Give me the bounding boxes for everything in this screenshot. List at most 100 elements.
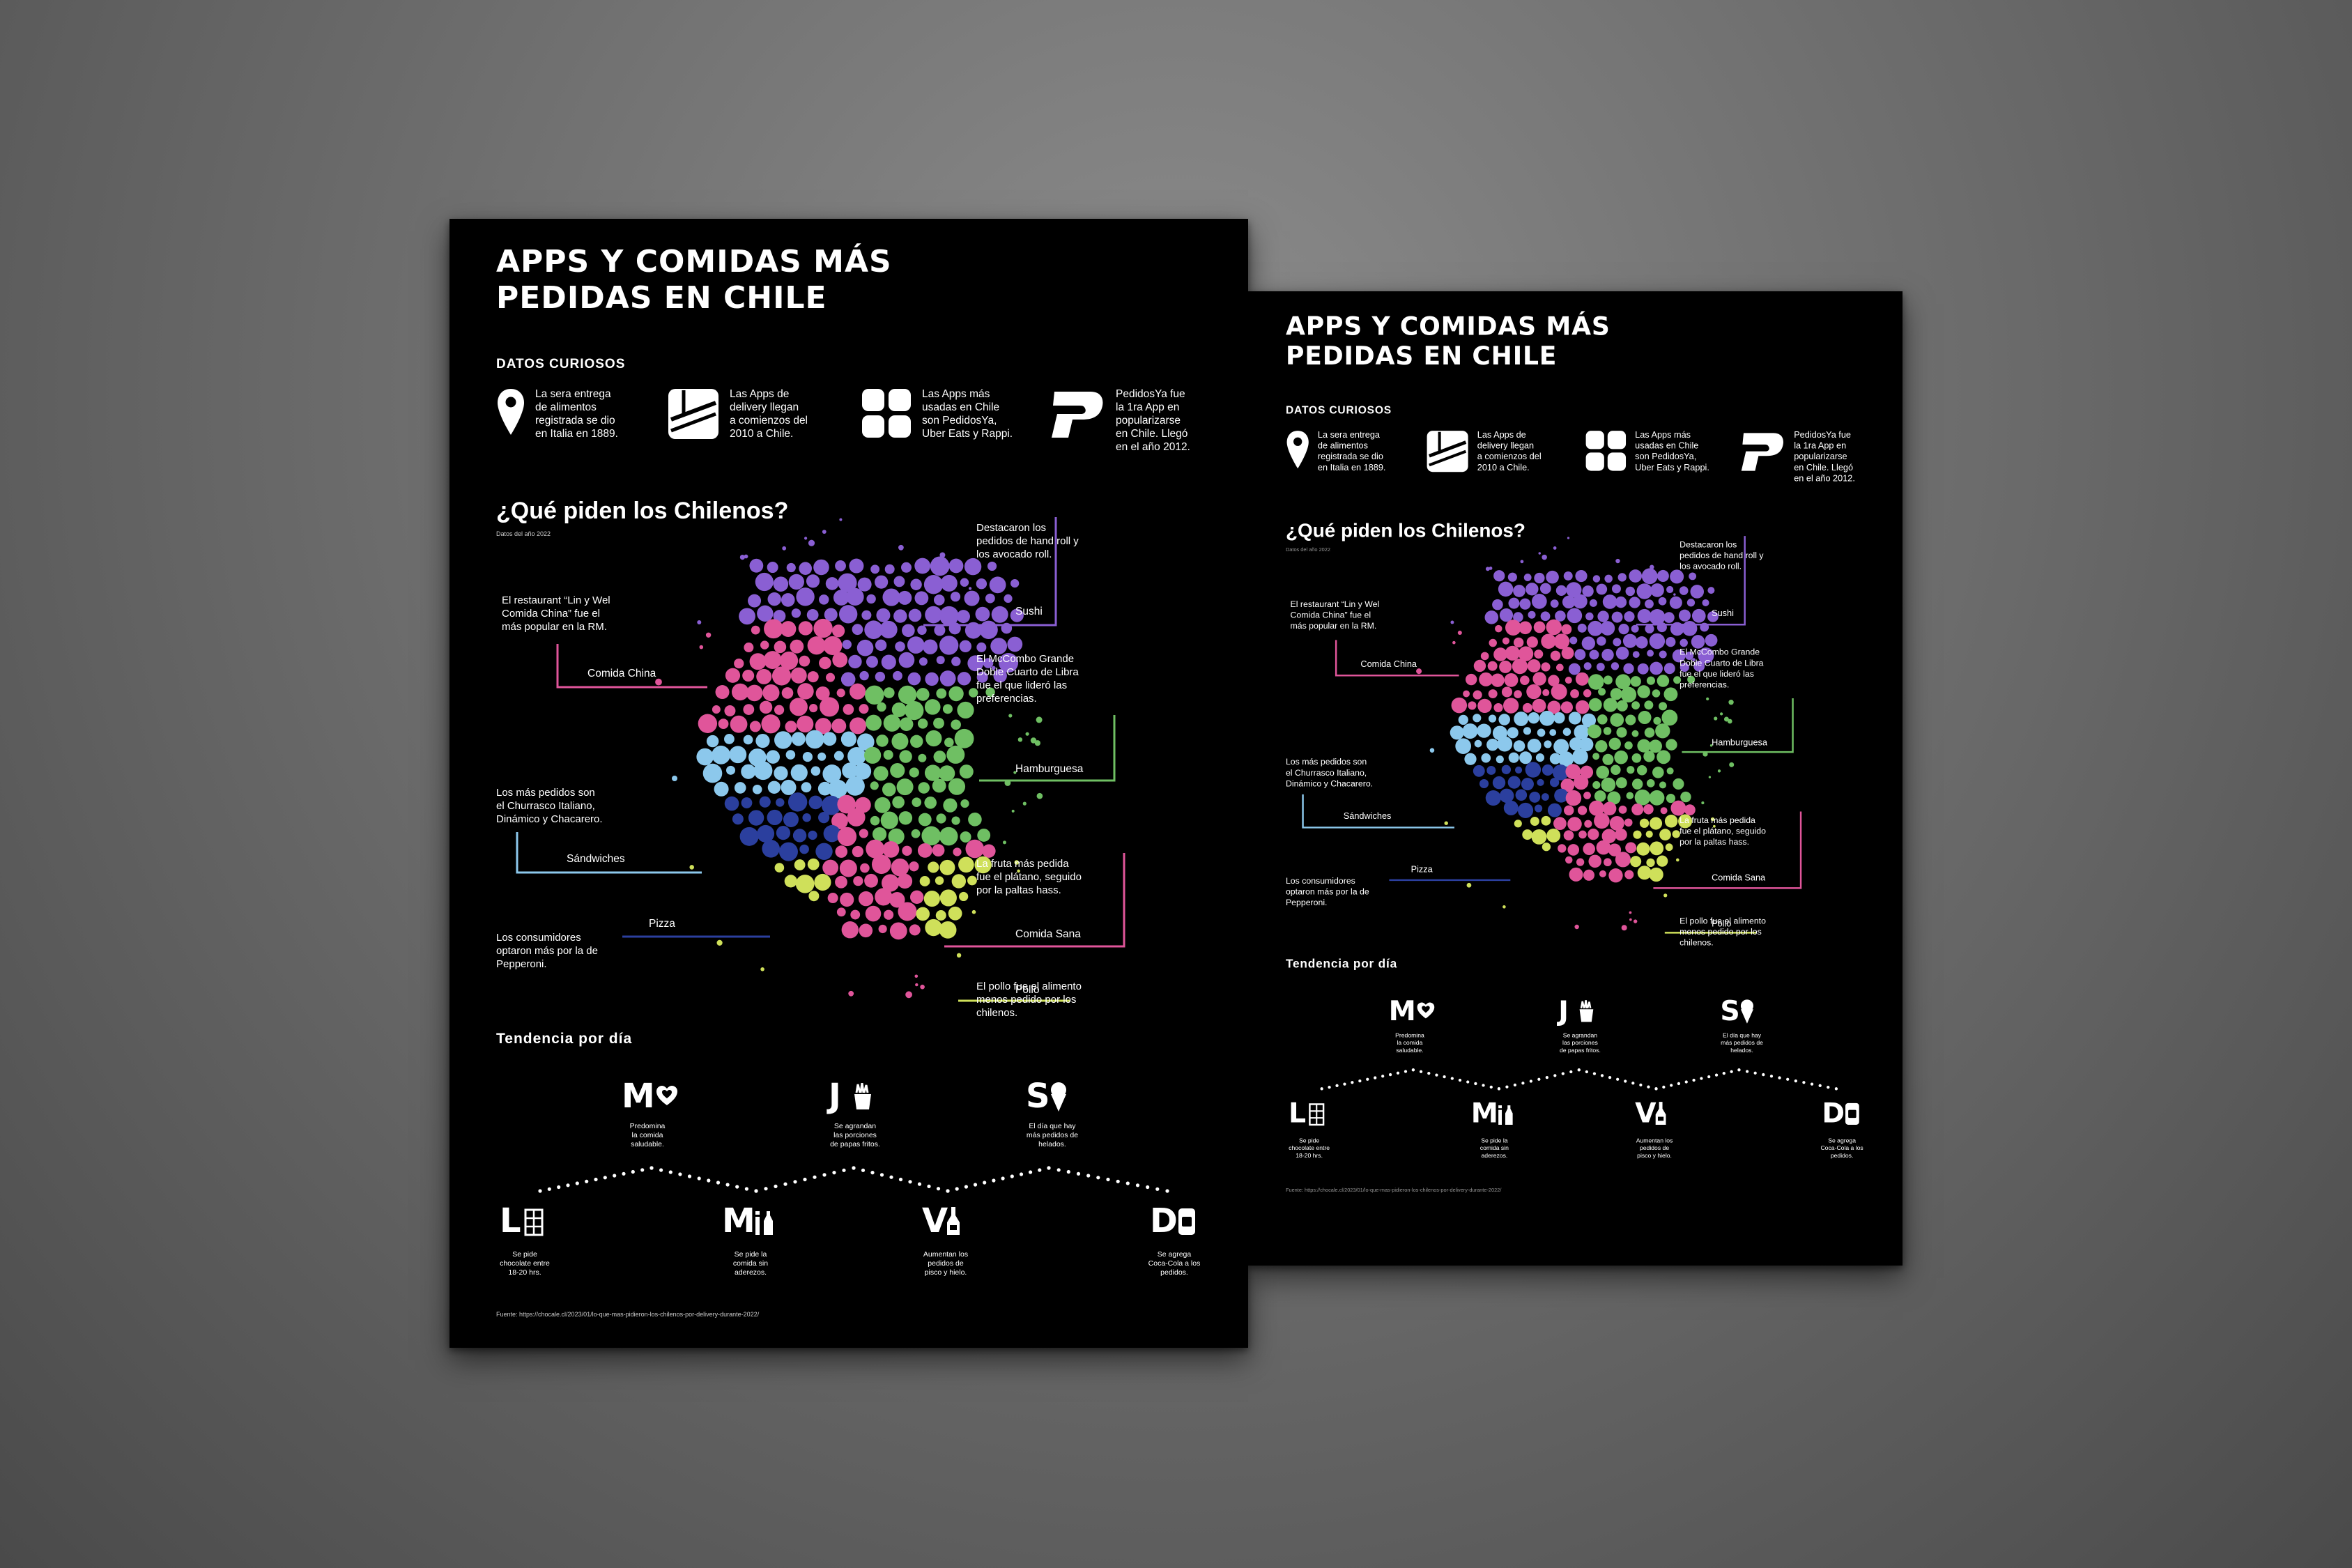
- bubble-dot: [1534, 650, 1544, 659]
- trend-dot: [1545, 1075, 1548, 1079]
- day-letter-sabado: S: [1720, 994, 1740, 1027]
- bubble-dot-small: [1538, 552, 1541, 555]
- bubble-dot: [872, 827, 887, 842]
- bubble-dot: [1519, 751, 1532, 764]
- bubble-dot: [767, 809, 783, 826]
- bubble-dot: [939, 921, 957, 939]
- bubble-dot: [1007, 636, 1023, 652]
- bubble-dot: [1488, 689, 1498, 699]
- bubble-dot: [967, 875, 977, 886]
- bubble-dot: [807, 858, 820, 870]
- bubble-dot: [957, 701, 974, 719]
- ice-cream-icon: [1740, 999, 1753, 1024]
- bubble-dot: [1643, 804, 1654, 815]
- trend-dot: [1600, 1074, 1604, 1077]
- trend-dot: [1066, 1169, 1070, 1174]
- bubble-dot: [917, 843, 932, 858]
- bubble-dot: [743, 735, 753, 745]
- bubble-dot-small: [705, 632, 712, 638]
- bubble-dot-small: [969, 587, 972, 590]
- bubble-dot: [1523, 574, 1532, 582]
- bubble-dot: [865, 905, 882, 922]
- bubble-dot: [1491, 673, 1505, 687]
- bubble-dot: [1650, 583, 1664, 597]
- bubble-dot: [1615, 647, 1629, 660]
- trend-dot: [793, 1180, 797, 1184]
- bubble-dot: [712, 705, 721, 714]
- bubble-dot: [1633, 830, 1642, 839]
- trend-dot: [1730, 1070, 1733, 1073]
- bubble-dot: [856, 639, 874, 656]
- trend-dot: [1631, 1082, 1635, 1085]
- bubble-dot: [1596, 583, 1608, 595]
- bubble-dot: [808, 830, 817, 840]
- trend-dotted-line: [1320, 1068, 1838, 1091]
- bubble-dot: [924, 699, 941, 715]
- trend-dot: [861, 1168, 866, 1172]
- bubble-dot-small: [1615, 558, 1620, 564]
- bubble-dot: [1592, 781, 1601, 790]
- bubble-dot: [907, 672, 921, 686]
- trend-dot: [1001, 1176, 1005, 1181]
- bubble-dot: [1615, 777, 1627, 789]
- bubble-dot-small: [1553, 546, 1557, 550]
- label-sushi: Sushi: [1015, 606, 1043, 617]
- bubble-dot: [989, 576, 1006, 594]
- trend-dot: [1096, 1176, 1100, 1180]
- bubble-dot: [1636, 636, 1648, 649]
- trend-dot: [735, 1185, 739, 1189]
- bubble-dot: [899, 717, 914, 731]
- bubble-dot: [1540, 611, 1551, 622]
- bubble-dot: [774, 705, 785, 715]
- bubble-dot: [916, 688, 930, 701]
- trend-dot: [1029, 1170, 1033, 1174]
- bubble-dot: [1539, 583, 1551, 594]
- note-comida-sana: La fruta más pedida fue el plátano, segu…: [1680, 815, 1766, 847]
- bubble-dot: [1508, 752, 1519, 763]
- trend-dot: [870, 1171, 875, 1175]
- bubble-dot: [1534, 572, 1545, 584]
- bubble-dot: [882, 588, 900, 606]
- trend-dot: [1358, 1079, 1362, 1083]
- bubble-dot: [943, 798, 958, 813]
- bubble-dot: [1666, 636, 1676, 647]
- label-pizza: Pizza: [1411, 864, 1433, 875]
- bubble-dot: [912, 797, 922, 807]
- trend-dot: [1608, 1075, 1612, 1079]
- bubble-dot: [819, 656, 831, 670]
- bubble-dot-small: [1728, 700, 1734, 705]
- bubble-dot: [785, 750, 796, 760]
- trend-dot: [1443, 1075, 1446, 1079]
- bubble-dot: [739, 827, 759, 846]
- trend-dot: [1670, 1084, 1673, 1087]
- bubble-dot: [841, 921, 859, 939]
- bubble-dot: [1678, 609, 1691, 622]
- bubble-dot: [1602, 594, 1617, 609]
- bubble-dot: [1450, 725, 1464, 740]
- bubble-dot: [1659, 781, 1666, 789]
- bubble-dot: [935, 909, 946, 921]
- chocolate-icon: [524, 1208, 544, 1236]
- bubble-dot: [1550, 650, 1561, 661]
- day-note-martes: Predomina la comida saludable.: [1395, 1032, 1424, 1054]
- trend-dot: [1745, 1070, 1749, 1073]
- trend-dot: [1427, 1072, 1431, 1075]
- bubble-dot: [939, 827, 958, 846]
- trend-dot: [803, 1177, 807, 1182]
- bubble-dot: [744, 643, 754, 653]
- bubble-dot: [792, 829, 807, 843]
- bubble-dot: [1657, 675, 1670, 687]
- label-comida-china: Comida China: [587, 668, 656, 679]
- bubble-dot: [778, 842, 798, 861]
- bubble-dot: [767, 562, 778, 574]
- bubble-dot: [724, 796, 739, 811]
- bubble-dot: [878, 924, 887, 934]
- bubble-dot: [1569, 636, 1578, 645]
- bubble-dot: [1563, 830, 1574, 841]
- bubble-dot: [1673, 778, 1684, 790]
- bubble-dot: [1522, 702, 1532, 713]
- day-letter-jueves: J: [829, 1077, 841, 1116]
- bubble-dot: [948, 558, 964, 574]
- bubble-dot-small: [1629, 911, 1632, 914]
- bubble-dot: [712, 745, 730, 764]
